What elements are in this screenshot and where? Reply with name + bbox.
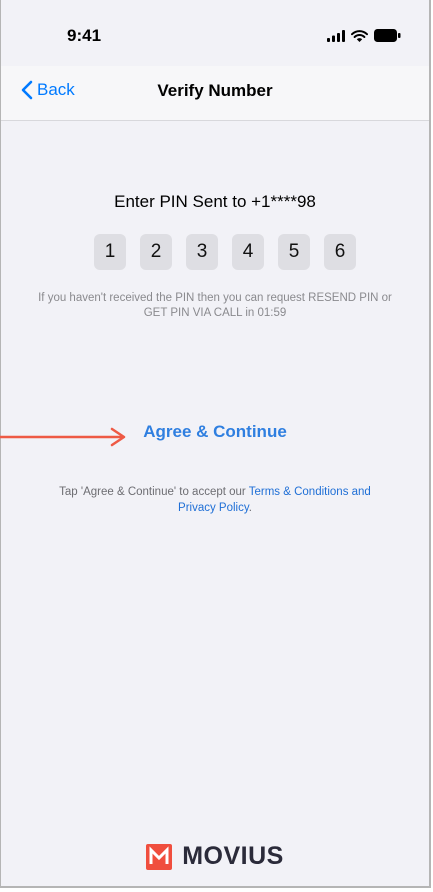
movius-logo-icon: [146, 843, 173, 870]
pin-digit-box[interactable]: 4: [232, 234, 264, 270]
pin-heading: Enter PIN Sent to +1****98: [114, 192, 316, 211]
pin-input-row[interactable]: 1 2 3 4 5 6: [94, 234, 356, 270]
pin-digit-box[interactable]: 2: [140, 234, 172, 270]
wifi-icon: [351, 29, 368, 42]
signal-icon: [327, 29, 345, 42]
status-bar: 9:41: [1, 0, 429, 66]
terms-text: Tap 'Agree & Continue' to accept our Ter…: [41, 484, 389, 516]
status-icons: [327, 29, 401, 42]
annotation-arrow-icon: [0, 427, 126, 447]
pin-digit-box[interactable]: 1: [94, 234, 126, 270]
pin-resend-hint: If you haven't received the PIN then you…: [38, 292, 392, 319]
pin-digit-box[interactable]: 6: [324, 234, 356, 270]
terms-suffix: .: [248, 502, 252, 514]
navigation-bar: Back Verify Number: [1, 66, 429, 121]
status-time: 9:41: [67, 26, 102, 45]
brand-name: MOVIUS: [182, 842, 284, 870]
pin-digit-box[interactable]: 3: [186, 234, 218, 270]
battery-icon: [374, 29, 401, 42]
movius-logo: MOVIUS: [1, 842, 429, 871]
pin-digit-box[interactable]: 5: [278, 234, 310, 270]
terms-prefix: Tap 'Agree & Continue' to accept our: [59, 486, 249, 498]
page-title: Verify Number: [157, 81, 273, 100]
